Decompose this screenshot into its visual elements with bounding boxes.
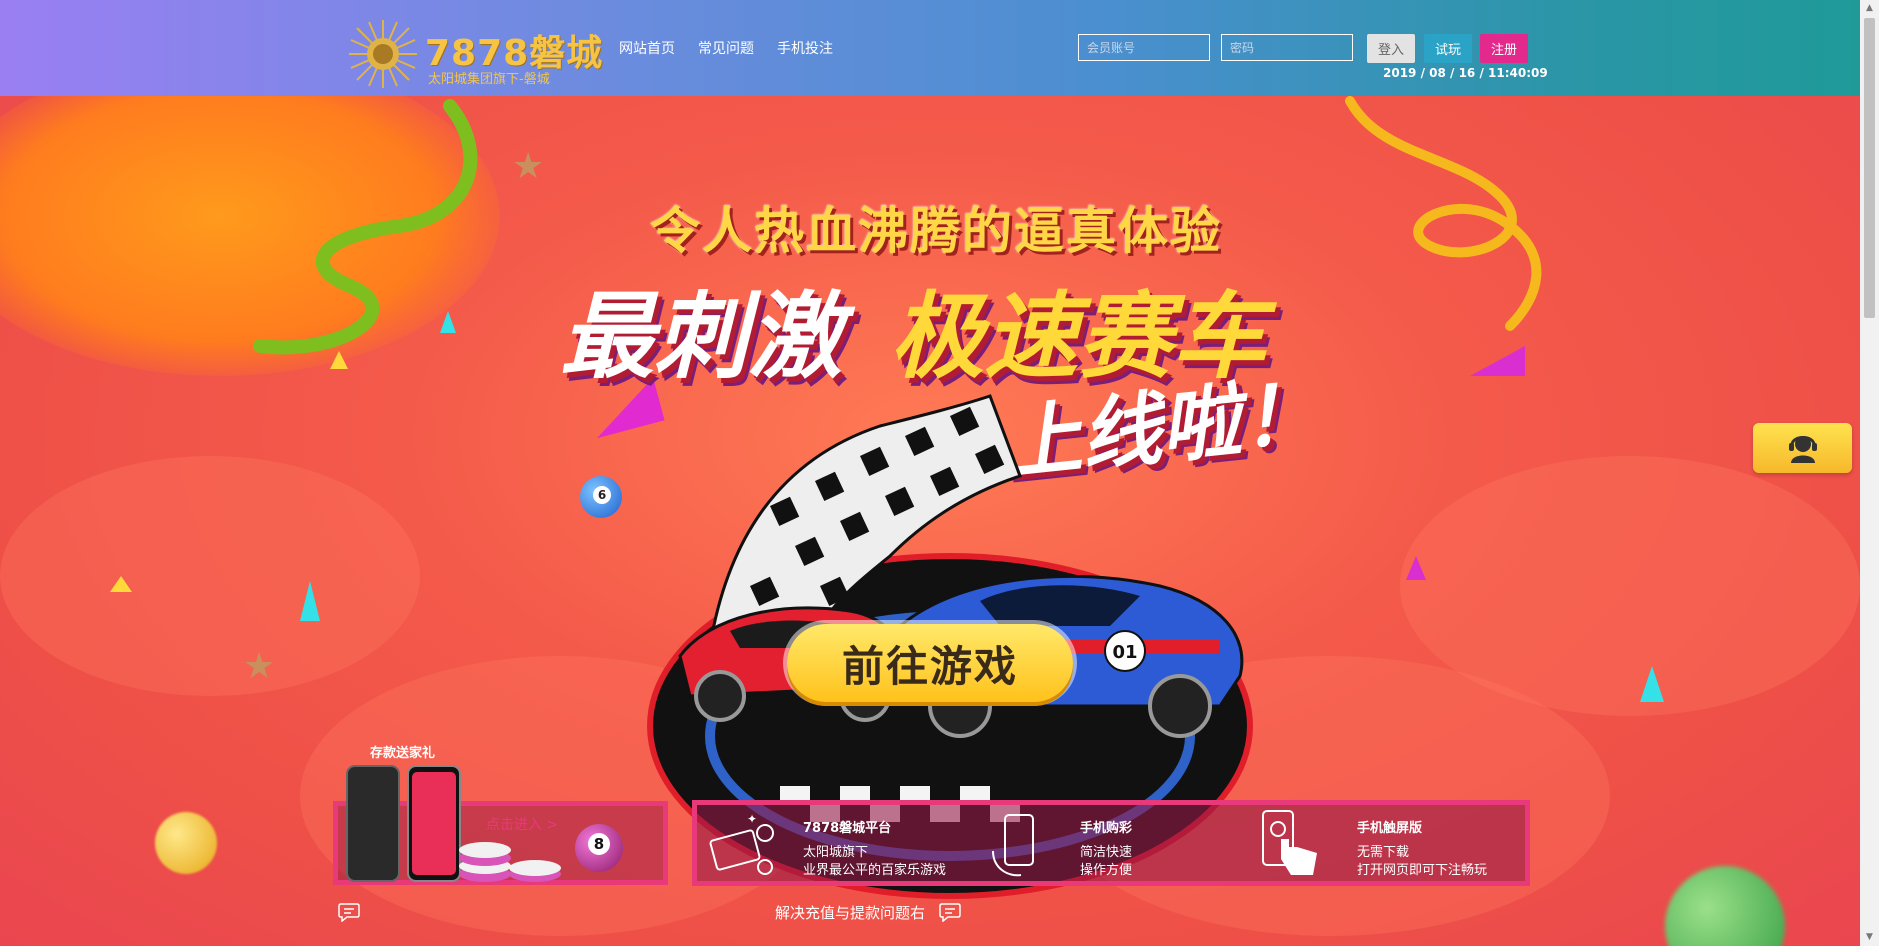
feature-line: 太阳城旗下: [803, 845, 869, 860]
deposit-withdraw-help-link[interactable]: 解决充值与提款问题右: [775, 902, 925, 923]
feature-line: 无需下载: [1357, 845, 1410, 860]
cyan-triangle: [1640, 666, 1664, 702]
feature-title: 手机触屏版: [1357, 821, 1423, 836]
feature-line: 操作方便: [1080, 863, 1133, 878]
feature-title: 7878磐城平台: [803, 821, 892, 836]
chat-bubble-icon[interactable]: [338, 902, 360, 922]
chat-bubble-icon[interactable]: [939, 902, 961, 922]
yellow-triangle: [330, 351, 348, 369]
main-nav: 网站首页 常见问题 手机投注: [619, 38, 833, 58]
cyan-triangle: [300, 581, 320, 621]
promo-title: 存款送家礼: [370, 746, 436, 761]
gold-ribbon-icon: [1345, 96, 1542, 331]
lottery-ball-green: [1665, 866, 1785, 946]
site-logo[interactable]: 7878磐城 太阳城集团旗下-磐城: [345, 18, 602, 90]
feature-platform: 7878磐城平台 太阳城旗下 业界最公平的百家乐游戏: [803, 805, 1003, 881]
current-datetime: 2019 / 08 / 16 / 11:40:09: [1383, 66, 1548, 80]
star-icon: ★: [512, 146, 545, 187]
customer-service-button[interactable]: [1753, 423, 1852, 473]
svg-text:✦: ✦: [747, 813, 757, 826]
register-button[interactable]: 注册: [1480, 34, 1528, 63]
username-input[interactable]: [1078, 34, 1210, 61]
magenta-triangle: [1470, 346, 1525, 376]
cyan-triangle: [440, 311, 456, 333]
feature-title: 手机购彩: [1080, 821, 1133, 836]
trial-button[interactable]: 试玩: [1424, 34, 1472, 63]
headline-top: 令人热血沸腾的逼真体验: [650, 202, 1222, 260]
cloud-decoration: [0, 456, 420, 696]
casino-chips-icon: [459, 842, 561, 882]
feature-touch-version: 手机触屏版 无需下载 打开网页即可下注畅玩: [1357, 805, 1527, 881]
feature-line: 业界最公平的百家乐游戏: [803, 863, 947, 878]
nav-mobile-betting-link[interactable]: 手机投注: [777, 38, 833, 58]
go-to-game-button[interactable]: 前往游戏: [787, 624, 1073, 702]
hero-banner: ★ ★ 令人热血沸腾的逼真体验 最刺激 极速赛车 上线啦！ 01 前往游戏 6 …: [0, 96, 1860, 946]
magenta-triangle: [1406, 556, 1426, 580]
sun-logo-icon: [349, 20, 417, 88]
logo-subtitle: 太阳城集团旗下-磐城: [428, 72, 550, 87]
hand-phone-icon: [992, 814, 1034, 877]
nav-home-link[interactable]: 网站首页: [619, 38, 675, 58]
headset-agent-icon: [1788, 436, 1817, 463]
ball-number: 6: [593, 486, 611, 504]
yellow-triangle: [110, 576, 132, 592]
iphone-gift-icon: [346, 765, 461, 882]
star-icon: ★: [243, 646, 276, 687]
feature-line: 打开网页即可下注畅玩: [1357, 863, 1488, 878]
lottery-ball-blue: 6: [580, 476, 622, 518]
feature-mobile-lottery: 手机购彩 简洁快速 操作方便: [1080, 805, 1200, 881]
headline-main-white: 最刺激: [560, 283, 843, 392]
password-input[interactable]: [1221, 34, 1353, 61]
page-scrollbar[interactable]: ▲ ▼: [1860, 0, 1879, 946]
touch-phone-icon: [1262, 810, 1317, 875]
promo-enter-link[interactable]: 点击进入 >: [486, 814, 558, 834]
lottery-ball-purple: 8: [575, 824, 623, 872]
ball-number: 8: [588, 833, 610, 855]
scrollbar-thumb[interactable]: [1864, 18, 1875, 318]
features-panel: ✦ 7878磐城平台 太阳城旗下 业界最公平的百家乐游戏 手机购彩 简洁快速 操…: [692, 800, 1530, 886]
nav-faq-link[interactable]: 常见问题: [698, 38, 754, 58]
scroll-down-arrow-icon[interactable]: ▼: [1860, 929, 1879, 946]
scroll-up-arrow-icon[interactable]: ▲: [1860, 0, 1879, 17]
green-ribbon-icon: [253, 99, 478, 355]
lottery-ball-yellow: [155, 812, 217, 874]
feature-line: 简洁快速: [1080, 845, 1133, 860]
login-button[interactable]: 登入: [1367, 34, 1415, 63]
car-number: 01: [1112, 642, 1137, 663]
top-header: 7878磐城 太阳城集团旗下-磐城 网站首页 常见问题 手机投注 登入 试玩 注…: [0, 0, 1860, 96]
money-cards-icon: ✦: [709, 813, 774, 875]
